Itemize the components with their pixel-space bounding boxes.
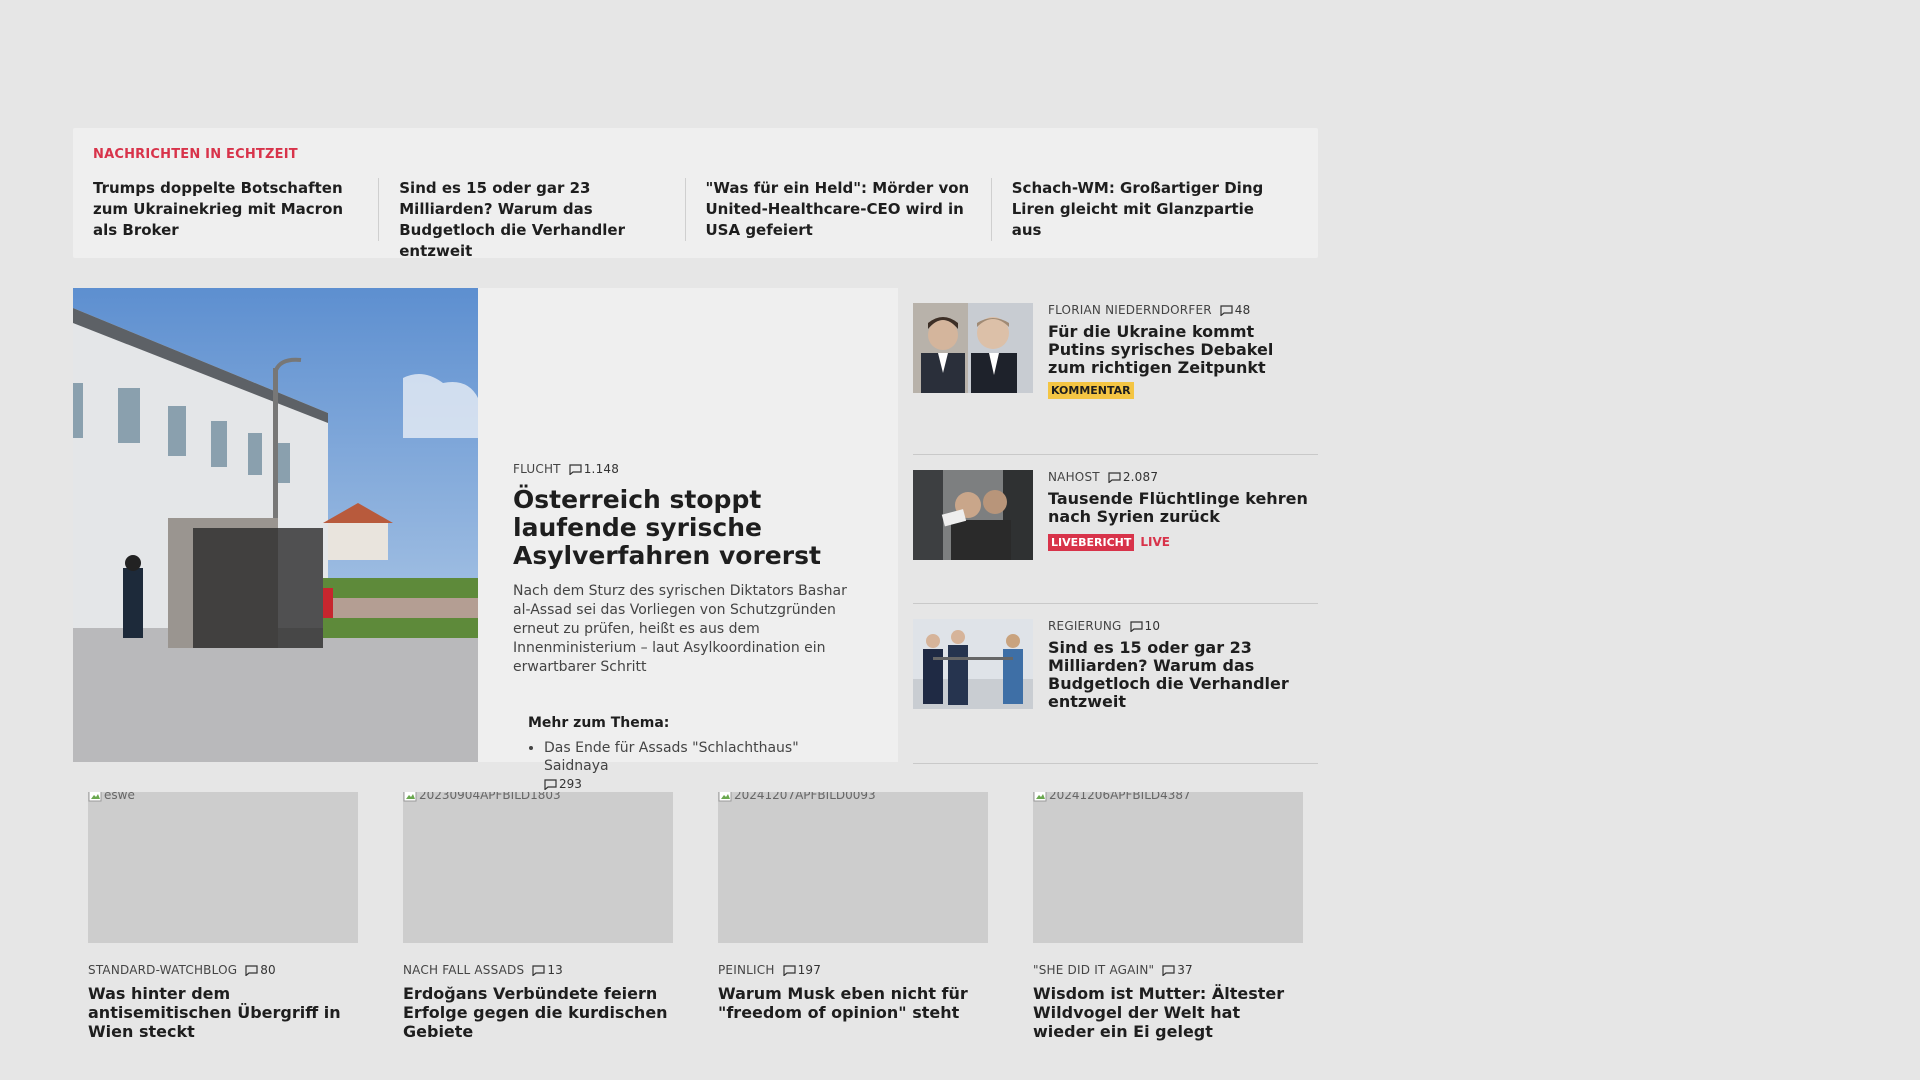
story-cards-row: eswe STANDARD-WATCHBLOG 80 Was hinter de… [88,792,1303,1041]
card-image-placeholder[interactable]: eswe [88,792,358,943]
card-comments[interactable]: 37 [1162,963,1193,977]
card-category[interactable]: STANDARD-WATCHBLOG [88,963,237,977]
broken-image-icon [718,792,732,802]
card-comment-count: 37 [1177,963,1193,977]
more-on-topic-list: Das Ende für Assads "Schlachthaus" Saidn… [528,739,858,795]
side-category[interactable]: NAHOST [1048,470,1100,484]
more-on-topic: Mehr zum Thema: Das Ende für Assads "Sch… [513,715,858,795]
lead-category[interactable]: FLUCHT [513,462,561,476]
card-kicker: STANDARD-WATCHBLOG 80 [88,963,358,977]
side-story-text: NAHOST 2.087 Tausende Flüchtlinge kehren… [1048,470,1308,551]
side-comments[interactable]: 10 [1130,619,1161,633]
card-image-placeholder[interactable]: 20241206APFBILD4387 [1033,792,1303,943]
comment-icon [1162,965,1175,976]
realtime-news-ticker: NACHRICHTEN IN ECHTZEIT Trumps doppelte … [73,128,1318,260]
card-kicker: PEINLICH 197 [718,963,988,977]
side-comment-count: 2.087 [1122,470,1159,484]
card-image-alt: 20241207APFBILD0093 [718,792,876,802]
side-kicker: FLORIAN NIEDERNDORFER 48 [1048,303,1308,317]
ticker-item[interactable]: "Was für ein Held": Mörder von United-He… [706,178,992,241]
ticker-item[interactable]: Schach-WM: Großartiger Ding Liren gleich… [1012,178,1298,241]
comment-icon [245,965,258,976]
lead-comments[interactable]: 1.148 [569,462,619,476]
side-headline[interactable]: Sind es 15 oder gar 23 Milliarden? Warum… [1048,639,1308,711]
side-stories: FLORIAN NIEDERNDORFER 48 Für die Ukraine… [913,288,1318,764]
story-card[interactable]: eswe STANDARD-WATCHBLOG 80 Was hinter de… [88,792,358,1041]
comment-badge: KOMMENTAR [1048,382,1134,399]
card-image-alt: 20241206APFBILD4387 [1033,792,1191,802]
card-headline[interactable]: Was hinter dem antisemitischen Übergriff… [88,984,358,1041]
side-story-text: REGIERUNG 10 Sind es 15 oder gar 23 Mill… [1048,619,1308,711]
lead-kicker: FLUCHT 1.148 [513,462,858,476]
card-image-placeholder[interactable]: 20230904APFBILD1803 [403,792,673,943]
broken-image-icon [1033,792,1047,802]
side-comments[interactable]: 2.087 [1108,470,1158,484]
side-kicker: REGIERUNG 10 [1048,619,1308,633]
broken-image-icon [403,792,417,802]
comment-icon [544,779,557,790]
card-image-alt: eswe [88,792,135,802]
card-headline[interactable]: Warum Musk eben nicht für "freedom of op… [718,984,988,1022]
lead-story-body: FLUCHT 1.148 Österreich stoppt laufende … [513,462,858,795]
related-comments[interactable]: 293 [544,775,582,793]
side-comment-count: 10 [1144,619,1161,633]
comment-icon [1220,305,1233,316]
side-author[interactable]: FLORIAN NIEDERNDORFER [1048,303,1212,317]
card-image-alt: 20230904APFBILD1803 [403,792,561,802]
card-category[interactable]: "SHE DID IT AGAIN" [1033,963,1154,977]
liveticker-badge: LIVEBERICHT [1048,534,1135,551]
card-image-placeholder[interactable]: 20241207APFBILD0093 [718,792,988,943]
live-label: LIVE [1140,535,1170,549]
card-kicker: "SHE DID IT AGAIN" 37 [1033,963,1303,977]
more-on-topic-title: Mehr zum Thema: [528,715,670,731]
card-comments[interactable]: 13 [532,963,563,977]
ticker-item[interactable]: Sind es 15 oder gar 23 Milliarden? Warum… [399,178,686,260]
card-kicker: NACH FALL ASSADS 13 [403,963,673,977]
side-headline[interactable]: Für die Ukraine kommt Putins syrisches D… [1048,323,1308,377]
card-comment-count: 197 [797,963,822,977]
side-comments[interactable]: 48 [1220,303,1251,317]
side-category[interactable]: REGIERUNG [1048,619,1122,633]
side-story-image[interactable] [913,619,1033,709]
ticker-items: Trumps doppelte Botschaften zum Ukrainek… [93,178,1298,260]
card-category[interactable]: PEINLICH [718,963,775,977]
story-card[interactable]: 20241206APFBILD4387 "SHE DID IT AGAIN" 3… [1033,792,1303,1041]
lead-teaser: Nach dem Sturz des syrischen Diktators B… [513,583,847,675]
comment-icon [1108,472,1121,483]
side-kicker: NAHOST 2.087 [1048,470,1308,484]
side-headline[interactable]: Tausende Flüchtlinge kehren nach Syrien … [1048,490,1308,526]
related-link[interactable]: Das Ende für Assads "Schlachthaus" Saidn… [544,740,799,774]
broken-image-icon [88,792,102,802]
more-on-topic-item[interactable]: Das Ende für Assads "Schlachthaus" Saidn… [544,739,858,795]
card-category[interactable]: NACH FALL ASSADS [403,963,524,977]
side-story-image[interactable] [913,303,1033,393]
side-story-text: FLORIAN NIEDERNDORFER 48 Für die Ukraine… [1048,303,1308,399]
card-comment-count: 13 [547,963,563,977]
comment-icon [532,965,545,976]
side-comment-count: 48 [1234,303,1251,317]
story-card[interactable]: 20230904APFBILD1803 NACH FALL ASSADS 13 … [403,792,673,1041]
lead-comment-count: 1.148 [583,462,620,476]
side-story[interactable]: FLORIAN NIEDERNDORFER 48 Für die Ukraine… [913,288,1318,455]
ticker-title: NACHRICHTEN IN ECHTZEIT [93,147,298,162]
card-headline[interactable]: Erdoğans Verbündete feiern Erfolge gegen… [403,984,673,1041]
story-card[interactable]: 20241207APFBILD0093 PEINLICH 197 Warum M… [718,792,988,1041]
side-story[interactable]: NAHOST 2.087 Tausende Flüchtlinge kehren… [913,455,1318,604]
related-comment-count: 293 [559,777,582,791]
card-comments[interactable]: 80 [245,963,276,977]
card-comment-count: 80 [260,963,276,977]
comment-icon [569,464,582,475]
card-comments[interactable]: 197 [783,963,822,977]
comment-icon [1130,621,1143,632]
comment-icon [783,965,796,976]
ticker-item[interactable]: Trumps doppelte Botschaften zum Ukrainek… [93,178,380,241]
side-story-image[interactable] [913,470,1033,560]
lead-headline[interactable]: Österreich stoppt laufende syrische Asyl… [513,486,858,570]
side-story[interactable]: REGIERUNG 10 Sind es 15 oder gar 23 Mill… [913,604,1318,764]
lead-story: FLUCHT 1.148 Österreich stoppt laufende … [73,288,898,791]
lead-story-image[interactable] [73,288,478,762]
live-badges: LIVEBERICHT LIVE [1048,531,1308,551]
card-headline[interactable]: Wisdom ist Mutter: Ältester Wildvogel de… [1033,984,1303,1041]
